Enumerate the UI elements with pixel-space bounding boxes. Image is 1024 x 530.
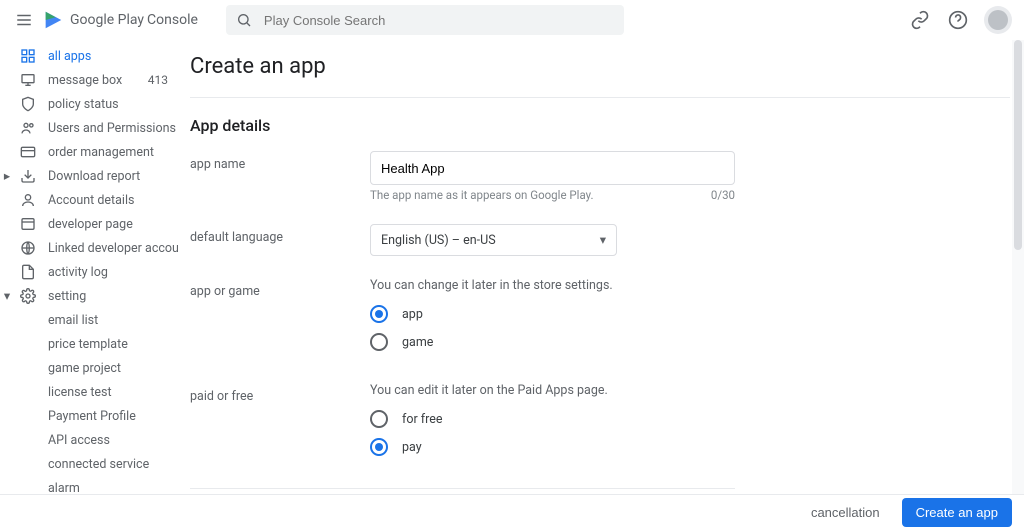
label-default-language: default language — [190, 224, 370, 245]
select-value: English (US) – en-US — [381, 233, 496, 248]
divider — [190, 488, 735, 489]
caret-right-icon: ▸ — [2, 168, 12, 184]
divider — [190, 97, 1010, 98]
radio-pay[interactable]: pay — [370, 438, 735, 456]
sidebar-item-label: all apps — [48, 49, 91, 64]
sidebar-subitem-connected-service[interactable]: connected service — [0, 452, 178, 476]
app-name-input[interactable] — [370, 151, 735, 185]
page-title: Create an app — [190, 54, 1010, 79]
cancel-button[interactable]: cancellation — [807, 499, 884, 526]
download-icon — [18, 166, 38, 186]
page-icon — [18, 214, 38, 234]
shield-icon — [18, 94, 38, 114]
radio-free[interactable]: for free — [370, 410, 735, 428]
sidebar-item-label: message box — [48, 73, 122, 88]
radio-icon — [370, 438, 388, 456]
sidebar-item-order-management[interactable]: order management — [0, 140, 178, 164]
radio-label: pay — [402, 440, 422, 455]
sidebar-item-label: policy status — [48, 97, 119, 112]
sidebar-item-users-permissions[interactable]: Users and Permissions — [0, 116, 178, 140]
grid-icon — [18, 46, 38, 66]
radio-label: app — [402, 307, 423, 322]
sidebar-badge: 413 — [148, 73, 168, 87]
radio-label: game — [402, 335, 433, 350]
sidebar-subitem-email-list[interactable]: email list — [0, 308, 178, 332]
doc-icon — [18, 262, 38, 282]
sidebar-subitem-alarm[interactable]: alarm — [0, 476, 178, 494]
sidebar: all apps message box 413 policy status U… — [0, 40, 178, 494]
hint-paid-or-free: You can edit it later on the Paid Apps p… — [370, 383, 735, 398]
hint-app-or-game: You can change it later in the store set… — [370, 278, 735, 293]
search-box[interactable] — [226, 5, 624, 35]
caret-down-icon: ▾ — [2, 288, 12, 304]
sidebar-item-developer-page[interactable]: developer page — [0, 212, 178, 236]
logo: Google PlayConsole — [42, 9, 198, 31]
sidebar-item-label: developer page — [48, 217, 133, 232]
search-icon — [236, 12, 252, 28]
section-app-details: App details — [190, 116, 1010, 135]
chevron-down-icon: ▾ — [600, 232, 606, 248]
label-paid-or-free: paid or free — [190, 383, 370, 404]
account-icon — [18, 190, 38, 210]
scrollbar-thumb[interactable] — [1014, 40, 1022, 250]
radio-icon — [370, 410, 388, 428]
sidebar-item-message-box[interactable]: message box 413 — [0, 68, 178, 92]
radio-app[interactable]: app — [370, 305, 735, 323]
sidebar-item-download-report[interactable]: ▸ Download report — [0, 164, 178, 188]
sidebar-item-label: setting — [48, 289, 86, 304]
footer: cancellation Create an app — [0, 494, 1024, 530]
create-app-button[interactable]: Create an app — [902, 498, 1012, 527]
sidebar-item-setting[interactable]: ▾ setting — [0, 284, 178, 308]
help-icon[interactable] — [946, 8, 970, 32]
radio-label: for free — [402, 412, 443, 427]
sidebar-item-label: Linked developer account — [48, 241, 178, 256]
label-app-name: app name — [190, 151, 370, 172]
app-name-counter: 0/30 — [711, 188, 735, 202]
sidebar-item-label: Users and Permissions — [48, 121, 176, 136]
radio-icon — [370, 333, 388, 351]
avatar[interactable] — [984, 6, 1012, 34]
sidebar-item-label: Download report — [48, 169, 140, 184]
default-language-select[interactable]: English (US) – en-US ▾ — [370, 224, 617, 256]
radio-icon — [370, 305, 388, 323]
app-name-helper: The app name as it appears on Google Pla… — [370, 188, 594, 202]
label-app-or-game: app or game — [190, 278, 370, 299]
card-icon — [18, 142, 38, 162]
world-icon — [18, 238, 38, 258]
sidebar-item-linked-developer[interactable]: Linked developer account — [0, 236, 178, 260]
sidebar-subitem-price-template[interactable]: price template — [0, 332, 178, 356]
sidebar-subitem-api-access[interactable]: API access — [0, 428, 178, 452]
sidebar-item-all-apps[interactable]: all apps — [0, 44, 178, 68]
search-input[interactable] — [262, 12, 614, 29]
sidebar-item-label: Account details — [48, 193, 134, 208]
sidebar-item-account-details[interactable]: Account details — [0, 188, 178, 212]
sidebar-subitem-game-project[interactable]: game project — [0, 356, 178, 380]
gear-icon — [18, 286, 38, 306]
sidebar-subitem-license-test[interactable]: license test — [0, 380, 178, 404]
sidebar-item-label: activity log — [48, 265, 108, 280]
play-logo-icon — [42, 9, 64, 31]
radio-game[interactable]: game — [370, 333, 735, 351]
monitor-icon — [18, 70, 38, 90]
link-icon[interactable] — [908, 8, 932, 32]
sidebar-item-policy-status[interactable]: policy status — [0, 92, 178, 116]
sidebar-item-activity-log[interactable]: activity log — [0, 260, 178, 284]
logo-text: Google PlayConsole — [70, 12, 198, 28]
sidebar-subitem-payment-profile[interactable]: Payment Profile — [0, 404, 178, 428]
main-content: Create an app App details app name The a… — [190, 40, 1024, 494]
sidebar-item-label: order management — [48, 145, 154, 160]
menu-icon[interactable] — [12, 8, 36, 32]
people-icon — [18, 118, 38, 138]
